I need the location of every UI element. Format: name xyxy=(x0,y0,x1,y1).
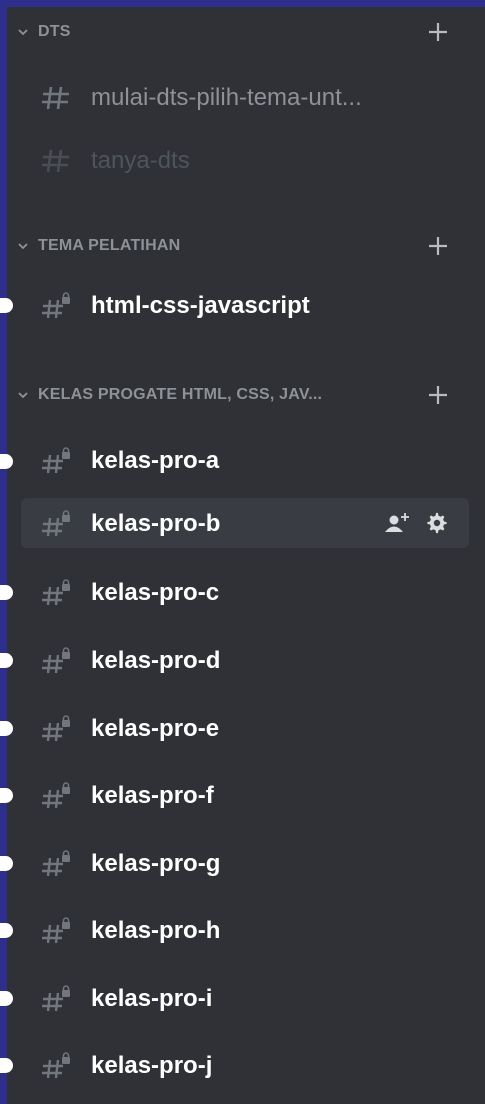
hash-lock-icon xyxy=(42,447,70,474)
channel-name: kelas-pro-f xyxy=(91,782,214,809)
unread-indicator xyxy=(0,454,13,469)
hash-lock-icon xyxy=(42,917,70,944)
channel-tanya-dts[interactable]: tanya-dts xyxy=(21,135,469,185)
channel-name: kelas-pro-h xyxy=(91,917,221,944)
channel-kelas-pro-d[interactable]: kelas-pro-d xyxy=(21,635,469,685)
category-kelas-progate[interactable]: KELAS PROGATE HTML, CSS, JAV... xyxy=(7,376,485,416)
hash-lock-icon xyxy=(42,985,70,1012)
channel-html-css-javascript[interactable]: html-css-javascript xyxy=(21,280,469,330)
category-label: DTS xyxy=(38,23,71,40)
add-user-icon[interactable] xyxy=(383,512,413,534)
unread-indicator xyxy=(0,856,13,871)
channel-kelas-pro-h[interactable]: kelas-pro-h xyxy=(21,905,469,955)
hash-lock-icon xyxy=(42,1052,70,1079)
category-label: TEMA PELATIHAN xyxy=(38,237,181,254)
hash-lock-icon xyxy=(42,850,70,877)
hash-lock-icon xyxy=(42,647,70,674)
channel-name: kelas-pro-i xyxy=(91,985,213,1012)
chevron-down-icon xyxy=(18,392,28,399)
channel-kelas-pro-f[interactable]: kelas-pro-f xyxy=(21,770,469,820)
hash-icon xyxy=(42,86,69,110)
channel-kelas-pro-e[interactable]: kelas-pro-e xyxy=(21,703,469,753)
hash-lock-icon xyxy=(42,579,70,606)
channel-name: kelas-pro-a xyxy=(91,447,220,474)
window-frame-left xyxy=(0,0,7,1104)
channel-kelas-pro-j[interactable]: kelas-pro-j xyxy=(21,1040,469,1090)
hash-lock-icon xyxy=(42,292,70,319)
channel-name: kelas-pro-j xyxy=(91,1052,213,1079)
category-label: KELAS PROGATE HTML, CSS, JAV... xyxy=(38,386,323,403)
hash-lock-icon xyxy=(42,510,70,537)
chevron-down-icon xyxy=(18,243,28,250)
unread-indicator xyxy=(0,991,13,1006)
category-dts[interactable]: DTS xyxy=(7,13,485,53)
channel-name: html-css-javascript xyxy=(91,292,310,319)
unread-indicator xyxy=(0,721,13,736)
channel-kelas-pro-b[interactable]: kelas-pro-b xyxy=(21,498,469,548)
channel-name: kelas-pro-b xyxy=(91,510,221,537)
channel-list: DTS mulai-dts-pilih-tema-unt... tanya-dt… xyxy=(0,7,485,1104)
channel-actions xyxy=(383,512,449,534)
unread-indicator xyxy=(0,923,13,938)
window-frame-top xyxy=(0,0,485,7)
channel-name: kelas-pro-e xyxy=(91,715,220,742)
category-tema-pelatihan[interactable]: TEMA PELATIHAN xyxy=(7,227,485,267)
hash-lock-icon xyxy=(42,715,70,742)
plus-icon[interactable] xyxy=(427,384,449,406)
channel-name: kelas-pro-g xyxy=(91,850,221,877)
plus-icon[interactable] xyxy=(427,235,449,257)
channel-name: tanya-dts xyxy=(91,147,190,174)
gear-icon[interactable] xyxy=(425,512,449,534)
channel-kelas-pro-a[interactable]: kelas-pro-a xyxy=(21,435,469,485)
unread-indicator xyxy=(0,1058,13,1073)
unread-indicator xyxy=(0,298,13,313)
channel-name: mulai-dts-pilih-tema-unt... xyxy=(91,84,362,111)
channel-kelas-pro-g[interactable]: kelas-pro-g xyxy=(21,838,469,888)
unread-indicator xyxy=(0,585,13,600)
chevron-down-icon xyxy=(18,29,28,36)
hash-icon xyxy=(42,149,69,173)
channel-kelas-pro-c[interactable]: kelas-pro-c xyxy=(21,567,469,617)
plus-icon[interactable] xyxy=(427,21,449,43)
channel-mulai-dts[interactable]: mulai-dts-pilih-tema-unt... xyxy=(21,72,469,122)
channel-name: kelas-pro-d xyxy=(91,647,221,674)
channel-kelas-pro-i[interactable]: kelas-pro-i xyxy=(21,973,469,1023)
hash-lock-icon xyxy=(42,782,70,809)
unread-indicator xyxy=(0,653,13,668)
unread-indicator xyxy=(0,788,13,803)
channel-name: kelas-pro-c xyxy=(91,579,220,606)
